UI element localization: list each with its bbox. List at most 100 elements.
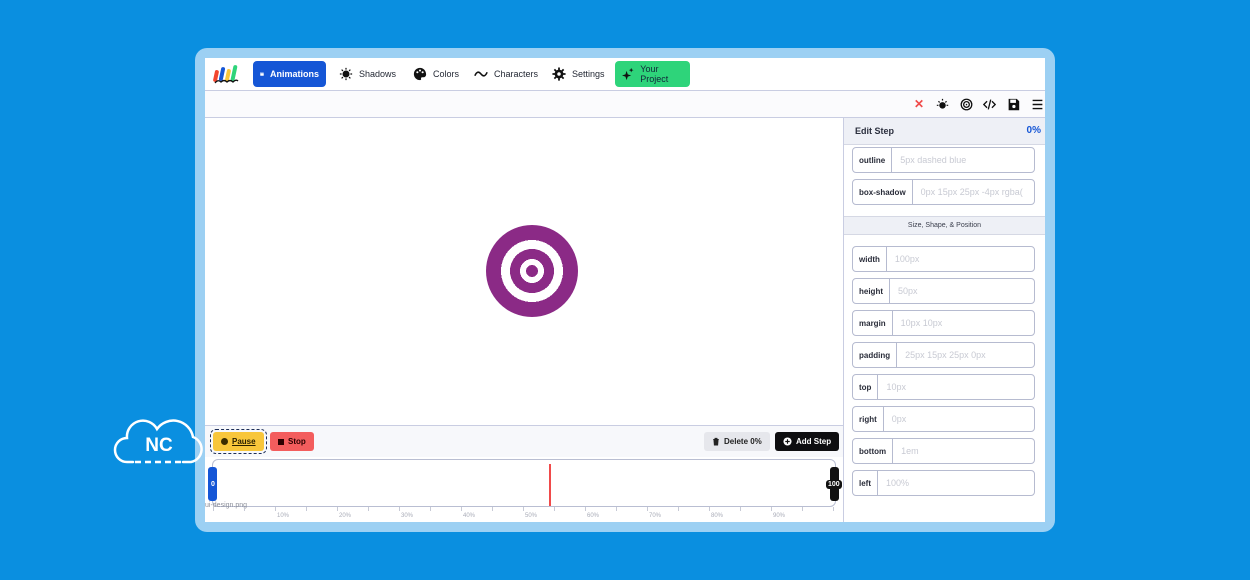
timeline-tick-label: 60%: [586, 513, 600, 519]
bottom-input[interactable]: [893, 446, 1034, 456]
code-icon[interactable]: [982, 97, 996, 111]
timeline-tick-label: 30%: [400, 513, 414, 519]
clapperboard-icon: [260, 72, 264, 76]
timeline-tick: [213, 507, 214, 511]
field-label: width: [853, 247, 887, 271]
timeline-tick: [585, 507, 586, 511]
timeline-ticks: [213, 507, 834, 513]
nav-label: Colors: [433, 69, 460, 79]
timeline-tick-label: 20%: [338, 513, 352, 519]
pause-icon: [221, 438, 228, 445]
nav-characters[interactable]: Characters: [467, 61, 545, 87]
timeline-tick: [802, 507, 803, 511]
nav-colors[interactable]: Colors: [406, 61, 466, 87]
stop-label: Stop: [288, 437, 306, 446]
panel-percent: 0%: [1026, 125, 1041, 136]
top-input[interactable]: [878, 382, 1034, 392]
field-top: top: [852, 374, 1035, 400]
field-left: left: [852, 470, 1035, 496]
timeline-tick-label: 70%: [648, 513, 662, 519]
field-label: height: [853, 279, 890, 303]
timeline-tick: [647, 507, 648, 511]
timeline-tick: [523, 507, 524, 511]
nav-label: Animations: [269, 69, 319, 79]
timeline-tick: [275, 507, 276, 511]
nc-badge-text: NC: [145, 435, 173, 456]
gear-icon: [552, 67, 566, 81]
timeline-tick: [430, 507, 431, 511]
field-label: outline: [853, 148, 893, 172]
add-label: Add Step: [796, 437, 832, 446]
field-label: right: [853, 407, 884, 431]
timeline-tick-label: 40%: [462, 513, 476, 519]
outline-input[interactable]: [892, 155, 1034, 165]
margin-input[interactable]: [892, 318, 1034, 328]
timeline-tick: [554, 507, 555, 511]
nav-label: Characters: [494, 69, 539, 79]
tilde-icon: [474, 71, 488, 77]
timeline-tick: [616, 507, 617, 511]
timeline-tick: [709, 507, 710, 511]
pause-label: Pause: [232, 437, 256, 446]
timeline-tick: [492, 507, 493, 511]
start-handle-label: 0: [209, 480, 217, 489]
field-label: bottom: [853, 439, 894, 463]
menu-icon[interactable]: [1030, 97, 1044, 111]
nav-label: Settings: [572, 69, 605, 79]
timeline-tick-label: 80%: [710, 513, 724, 519]
timeline-tick-label: 90%: [772, 513, 786, 519]
delete-step-button[interactable]: Delete 0%: [704, 432, 770, 451]
timeline-tick: [399, 507, 400, 511]
pause-button[interactable]: Pause: [210, 429, 267, 454]
field-margin: margin: [852, 310, 1035, 336]
timeline-tick: [461, 507, 462, 511]
padding-input[interactable]: [897, 350, 1034, 360]
timeline-tick-label: 50%: [524, 513, 538, 519]
panel-title: Edit Step: [855, 126, 895, 136]
field-outline: outline: [852, 147, 1035, 173]
width-input[interactable]: [886, 254, 1034, 264]
theme-icon[interactable]: [935, 97, 949, 111]
playhead[interactable]: [548, 464, 551, 506]
playback-controls: Pause Stop Delete 0% Add Step: [205, 425, 844, 458]
edit-step-panel: Edit Step 0% outline box-shadow Size, Sh…: [844, 118, 1045, 522]
nav-settings[interactable]: Settings: [545, 61, 612, 87]
nc-cloud-logo: NC: [113, 419, 203, 464]
stop-icon: [278, 438, 284, 445]
field-bottom: bottom: [852, 438, 1035, 464]
nav-label: Your Project: [640, 64, 669, 84]
nav-animations[interactable]: Animations: [253, 61, 326, 87]
timeline-track[interactable]: 0 100: [208, 459, 842, 507]
box-shadow-input[interactable]: [912, 187, 1034, 197]
field-label: padding: [853, 343, 898, 367]
field-width: width: [852, 246, 1035, 272]
field-label: box-shadow: [853, 180, 913, 204]
timeline-tick: [306, 507, 307, 511]
app-logo: [213, 65, 239, 84]
timeline: 0 100 ui-design.png 10% 20% 30% 40% 50% 60% 70…: [205, 457, 844, 522]
close-icon[interactable]: ✕: [912, 97, 926, 111]
nav-shadows[interactable]: Shadows: [332, 61, 403, 87]
right-input[interactable]: [883, 414, 1034, 424]
panel-header: Edit Step 0%: [844, 118, 1045, 145]
field-right: right: [852, 406, 1035, 432]
nav-your-project[interactable]: Your Project: [615, 61, 690, 87]
height-input[interactable]: [890, 286, 1034, 296]
timeline-tick-label: 10%: [276, 513, 290, 519]
sun-shadow-icon: [339, 67, 353, 81]
sparkle-icon: [622, 67, 634, 81]
target-preview-shape: [486, 225, 578, 317]
app-window: Animations Shadows Colors Characters Set…: [205, 58, 1045, 522]
field-padding: padding: [852, 342, 1035, 368]
timeline-tick: [368, 507, 369, 511]
save-icon[interactable]: [1006, 97, 1020, 111]
left-input[interactable]: [878, 478, 1034, 488]
target-icon[interactable]: [959, 97, 973, 111]
stop-button[interactable]: Stop: [270, 432, 314, 451]
field-label: top: [853, 375, 879, 399]
add-step-button[interactable]: Add Step: [775, 432, 840, 451]
field-label: left: [853, 471, 878, 495]
section-title: Size, Shape, & Position: [844, 216, 1045, 235]
top-nav: Animations Shadows Colors Characters Set…: [205, 58, 1045, 91]
nav-label: Shadows: [359, 69, 397, 79]
